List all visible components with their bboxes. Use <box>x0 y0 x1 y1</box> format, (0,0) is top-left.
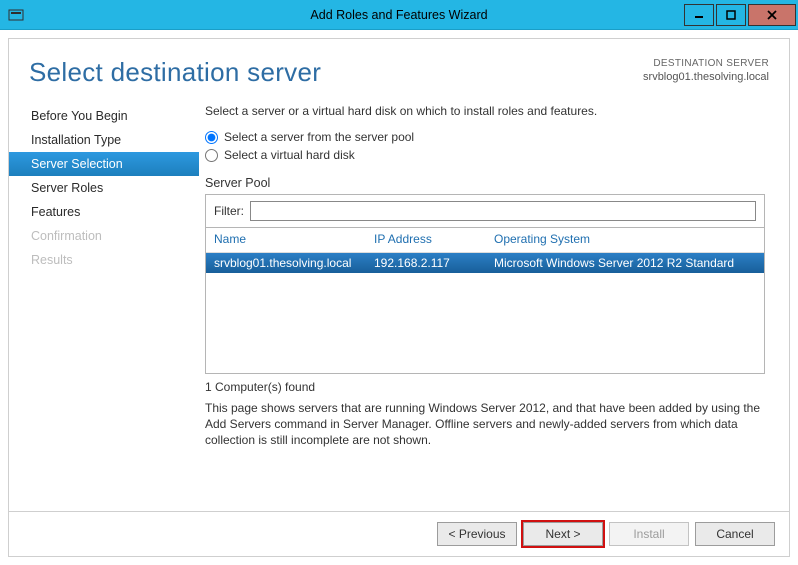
minimize-button[interactable] <box>684 4 714 26</box>
page-title: Select destination server <box>29 57 321 88</box>
app-icon <box>6 5 26 25</box>
filter-box: Filter: <box>205 194 765 228</box>
nav-results: Results <box>9 248 199 272</box>
server-table: Name IP Address Operating System srvblog… <box>205 228 765 374</box>
content-area: Select a server or a virtual hard disk o… <box>199 98 789 511</box>
install-button: Install <box>609 522 689 546</box>
button-bar: < Previous Next > Install Cancel <box>9 511 789 556</box>
destination-server-box: DESTINATION SERVER srvblog01.thesolving.… <box>643 57 769 84</box>
nav-installation-type[interactable]: Installation Type <box>9 128 199 152</box>
filter-label: Filter: <box>214 204 244 218</box>
found-count: 1 Computer(s) found <box>205 380 765 394</box>
nav-features[interactable]: Features <box>9 200 199 224</box>
col-ip[interactable]: IP Address <box>374 232 494 246</box>
window-title: Add Roles and Features Wizard <box>0 8 798 22</box>
cell-ip: 192.168.2.117 <box>374 256 494 270</box>
table-row[interactable]: srvblog01.thesolving.local 192.168.2.117… <box>206 253 764 273</box>
next-button[interactable]: Next > <box>523 522 603 546</box>
server-pool-label: Server Pool <box>205 176 765 190</box>
col-name[interactable]: Name <box>214 232 374 246</box>
radio-server-pool[interactable]: Select a server from the server pool <box>205 130 765 144</box>
maximize-button[interactable] <box>716 4 746 26</box>
table-body: srvblog01.thesolving.local 192.168.2.117… <box>206 253 764 373</box>
help-text: This page shows servers that are running… <box>205 400 765 449</box>
cancel-button[interactable]: Cancel <box>695 522 775 546</box>
wizard-nav: Before You Begin Installation Type Serve… <box>9 98 199 511</box>
cell-os: Microsoft Windows Server 2012 R2 Standar… <box>494 256 756 270</box>
radio-vhd-label: Select a virtual hard disk <box>224 148 355 162</box>
nav-confirmation: Confirmation <box>9 224 199 248</box>
cell-name: srvblog01.thesolving.local <box>214 256 374 270</box>
radio-server-pool-label: Select a server from the server pool <box>224 130 414 144</box>
filter-input[interactable] <box>250 201 756 221</box>
radio-vhd-input[interactable] <box>205 149 218 162</box>
previous-button[interactable]: < Previous <box>437 522 517 546</box>
radio-vhd[interactable]: Select a virtual hard disk <box>205 148 765 162</box>
titlebar[interactable]: Add Roles and Features Wizard <box>0 0 798 30</box>
close-button[interactable] <box>748 4 796 26</box>
window-controls <box>684 4 798 26</box>
radio-server-pool-input[interactable] <box>205 131 218 144</box>
destination-name: srvblog01.thesolving.local <box>643 70 769 84</box>
col-os[interactable]: Operating System <box>494 232 756 246</box>
destination-label: DESTINATION SERVER <box>643 57 769 70</box>
nav-server-roles[interactable]: Server Roles <box>9 176 199 200</box>
intro-text: Select a server or a virtual hard disk o… <box>205 104 765 118</box>
table-header: Name IP Address Operating System <box>206 228 764 253</box>
nav-server-selection[interactable]: Server Selection <box>9 152 199 176</box>
nav-before-you-begin[interactable]: Before You Begin <box>9 104 199 128</box>
